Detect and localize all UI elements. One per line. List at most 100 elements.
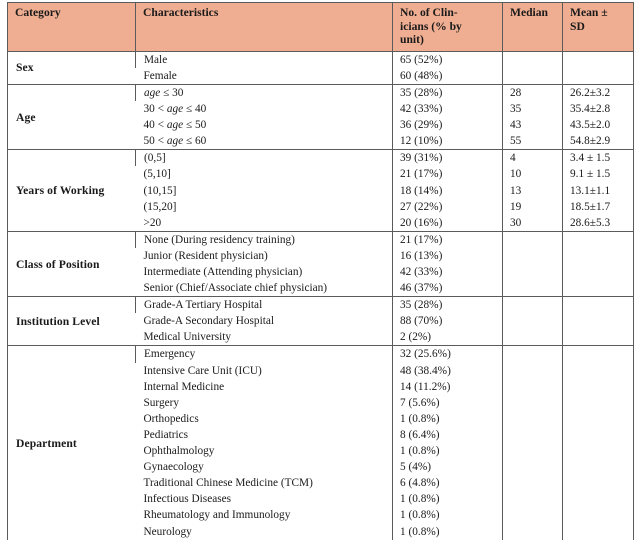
no-clinicians-cell: 1 (0.8%) — [392, 491, 503, 508]
table-section: Sex Male 65 (52%) Female 60 (48%) — [8, 51, 634, 85]
median-cell: 43 — [502, 117, 563, 134]
characteristic-cell: Neurology — [143, 525, 192, 538]
math-variable: age — [144, 86, 161, 99]
median-cell: 55 — [502, 133, 563, 150]
category-cell: Institution Level — [7, 296, 136, 346]
no-clinicians-cell: 20 (16%) — [392, 214, 503, 232]
column-header-mean-sd: Mean ± SD — [562, 2, 634, 52]
no-clinicians-cell: 5 (4%) — [392, 459, 503, 476]
no-clinicians-cell: 35 (28%) — [392, 296, 503, 314]
characteristic-cell: age ≤ 30 — [135, 83, 393, 102]
no-clinicians-cell: 21 (17%) — [392, 166, 503, 183]
mean-sd-cell: 43.5±2.0 — [562, 117, 634, 134]
mean-sd-cell — [562, 51, 634, 68]
category-cell: Class of Position — [7, 230, 136, 297]
mean-sd-cell — [562, 459, 634, 476]
column-header-median: Median — [502, 2, 563, 52]
mean-sd-cell: 9.1 ± 1.5 — [562, 166, 634, 183]
characteristic-cell: Infectious Diseases — [143, 493, 232, 506]
characteristic-cell: (5,10] — [143, 168, 171, 181]
column-header-characteristics-label: Characteristics — [143, 6, 219, 19]
characteristic-cell: Intermediate (Attending physician) — [143, 266, 303, 278]
median-cell — [502, 410, 563, 427]
mean-sd-cell — [562, 443, 634, 460]
no-clinicians-cell: 1 (0.8%) — [392, 507, 503, 524]
characteristic-cell: Intensive Care Unit (ICU) — [143, 364, 262, 377]
mean-sd-cell — [562, 230, 634, 248]
mean-sd-cell — [562, 296, 634, 314]
mean-sd-cell: 18.5±1.7 — [562, 198, 634, 215]
mean-sd-cell — [562, 507, 634, 524]
table-header-row: Category Characteristics No. of Clin- ic… — [7, 2, 634, 52]
mean-sd-cell — [562, 410, 634, 427]
table-row: Age age ≤ 30 35 (28%) 28 26.2±3.2 — [7, 83, 634, 150]
mean-sd-cell — [562, 67, 634, 85]
median-cell — [502, 51, 563, 68]
mean-sd-cell: 3.4 ± 1.5 — [562, 149, 634, 167]
table-row: Years of Working (0,5] 39 (31%) 4 3.4 ± 1.5 — [7, 149, 634, 232]
math-variable: age — [166, 103, 184, 116]
table-row: Department Emergency 32 (25.6%) — [7, 345, 634, 540]
characteristic-cell: Female — [143, 69, 177, 82]
characteristic-cell: Emergency — [135, 345, 393, 363]
no-clinicians-cell: 12 (10%) — [392, 133, 503, 150]
characteristic-cell: Grade-A Tertiary Hospital — [135, 296, 393, 314]
table-row: Institution Level Grade-A Tertiary Hospit… — [7, 296, 634, 346]
table-header: Category Characteristics No. of Clin- ic… — [7, 2, 634, 52]
column-header-no-clinicians-line2: icians (% by — [400, 19, 462, 33]
characteristic-cell: None (During residency training) — [135, 230, 393, 248]
median-cell: 30 — [502, 214, 563, 232]
median-cell — [502, 507, 563, 524]
median-cell: 35 — [502, 101, 563, 118]
mean-sd-cell: 35.4±2.8 — [562, 101, 634, 118]
characteristic-cell: (10,15] — [143, 184, 177, 197]
characteristic-cell: Grade-A Secondary Hospital — [143, 315, 275, 328]
mean-sd-cell: 54.8±2.9 — [562, 133, 634, 150]
characteristic-cell: Medical University — [143, 331, 232, 344]
characteristic-cell: >20 — [143, 216, 162, 229]
median-cell — [502, 230, 563, 248]
characteristic-cell: Pediatrics — [143, 428, 189, 441]
column-header-no-clinicians-line1: No. of Clin- — [400, 6, 458, 19]
mean-sd-cell — [562, 394, 634, 411]
column-header-mean-sd-line1: Mean ± — [570, 6, 608, 19]
no-clinicians-cell: 7 (5.6%) — [392, 394, 503, 411]
mean-sd-cell: 26.2±3.2 — [562, 83, 634, 102]
column-header-median-label: Median — [510, 6, 549, 19]
median-cell — [502, 491, 563, 508]
median-cell — [502, 523, 563, 540]
characteristic-cell: Internal Medicine — [143, 380, 225, 393]
median-cell — [502, 345, 563, 363]
mean-sd-cell — [562, 345, 634, 363]
no-clinicians-cell: 48 (38.4%) — [392, 362, 503, 379]
median-cell: 13 — [502, 182, 563, 199]
mean-sd-cell: 28.6±5.3 — [562, 214, 634, 232]
table-row: Sex Male 65 (52%) — [8, 51, 634, 74]
median-cell — [502, 475, 563, 492]
median-cell: 19 — [502, 198, 563, 215]
math-variable: age — [166, 119, 184, 132]
column-header-no-clinicians: No. of Clin- icians (% by unit) — [392, 2, 503, 52]
characteristic-cell: (0,5] — [135, 149, 393, 167]
characteristic-cell: (15,20] — [143, 200, 177, 213]
category-cell: Years of Working — [7, 149, 136, 232]
mean-sd-cell — [562, 378, 634, 395]
characteristic-cell: 30 < age ≤ 40 — [143, 103, 207, 116]
table-section: Years of Working (0,5] 39 (31%) 4 3.4 ± 1.5(… — [7, 149, 634, 232]
no-clinicians-cell: 39 (31%) — [392, 149, 503, 167]
characteristic-cell: Senior (Chief/Associate chief physician) — [143, 282, 328, 295]
mean-sd-cell — [562, 329, 634, 346]
mean-sd-cell — [562, 523, 634, 540]
no-clinicians-cell: 2 (2%) — [392, 329, 503, 346]
median-cell — [502, 247, 563, 264]
median-cell — [502, 394, 563, 411]
mean-sd-cell: 13.1±1.1 — [562, 182, 634, 199]
characteristic-cell: Male — [135, 51, 393, 68]
median-cell — [502, 459, 563, 476]
category-cell: Sex — [16, 61, 34, 75]
no-clinicians-cell: 42 (33%) — [392, 264, 503, 281]
demographics-table: Category Characteristics No. of Clin- ic… — [7, 2, 634, 540]
no-clinicians-cell: 27 (22%) — [392, 198, 503, 215]
table-section: Department Emergency 32 (25.6%) Intensive C… — [7, 345, 634, 540]
median-cell: 4 — [502, 149, 563, 167]
